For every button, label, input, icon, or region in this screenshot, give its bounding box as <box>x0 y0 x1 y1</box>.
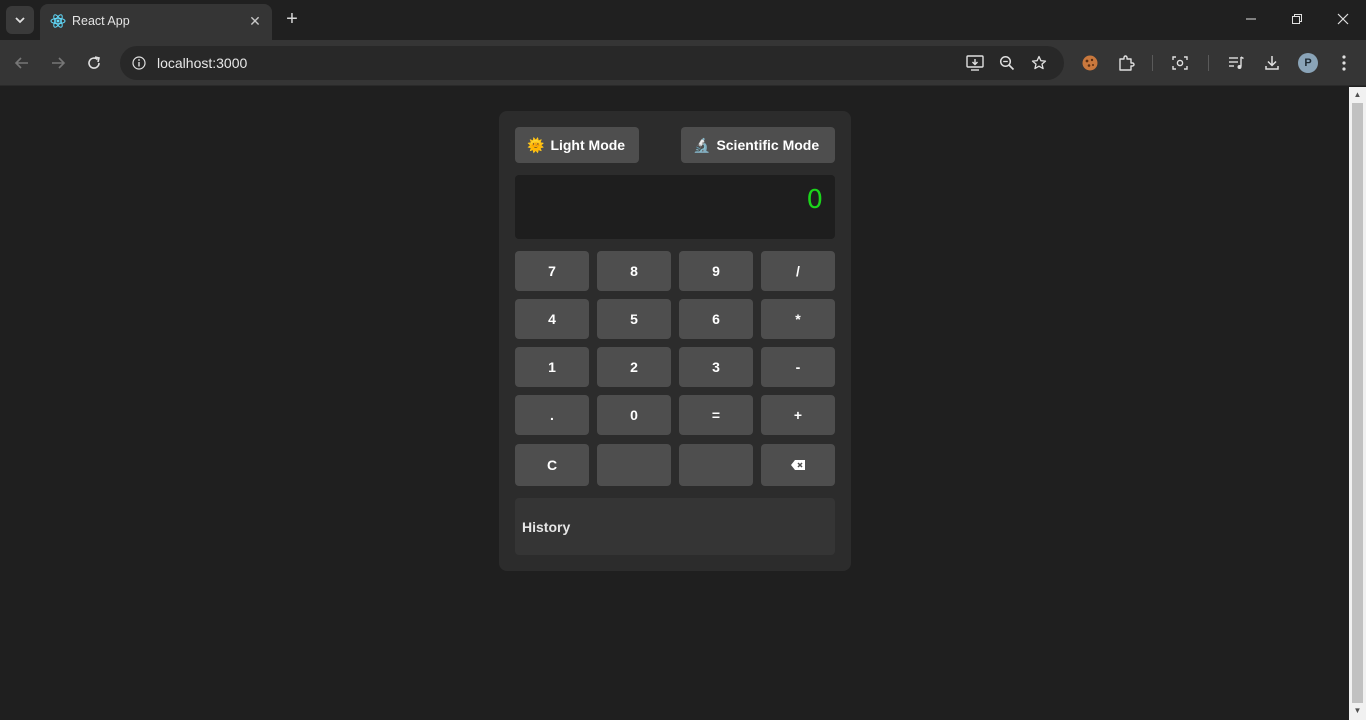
url-text[interactable]: localhost:3000 <box>157 55 247 71</box>
minimize-icon <box>1246 18 1256 20</box>
key-1[interactable]: 1 <box>515 347 589 387</box>
key-blank-1[interactable] <box>597 444 671 486</box>
restore-icon <box>1292 14 1302 24</box>
arrow-left-icon <box>14 57 28 69</box>
key-clear[interactable]: C <box>515 444 589 486</box>
close-icon <box>1337 13 1349 25</box>
key-2[interactable]: 2 <box>597 347 671 387</box>
react-logo-icon <box>50 14 66 28</box>
forward-button[interactable] <box>46 51 70 75</box>
history-title: History <box>522 519 571 535</box>
back-button[interactable] <box>10 51 34 75</box>
tab-title: React App <box>72 14 130 28</box>
browser-tab-active[interactable]: React App ✕ <box>40 4 272 40</box>
key-8[interactable]: 8 <box>597 251 671 291</box>
screen-capture-icon[interactable] <box>1168 51 1192 75</box>
key-subtract[interactable]: - <box>761 347 835 387</box>
page-scrollbar[interactable]: ▲ ▼ <box>1349 87 1366 720</box>
key-decimal[interactable]: . <box>515 395 589 435</box>
bookmark-star-icon[interactable] <box>1028 52 1050 74</box>
close-window-button[interactable] <box>1331 8 1355 32</box>
tab-bar: React App ✕ + <box>0 0 1366 40</box>
light-mode-button[interactable]: 🌞 Light Mode <box>515 127 639 163</box>
site-info-icon[interactable] <box>128 52 150 74</box>
chevron-down-icon <box>15 17 25 24</box>
more-menu-icon[interactable] <box>1332 51 1356 75</box>
key-backspace[interactable] <box>761 444 835 486</box>
key-6[interactable]: 6 <box>679 299 753 339</box>
key-9[interactable]: 9 <box>679 251 753 291</box>
key-multiply[interactable]: * <box>761 299 835 339</box>
key-blank-2[interactable] <box>679 444 753 486</box>
key-equals[interactable]: = <box>679 395 753 435</box>
minimize-button[interactable] <box>1239 8 1263 32</box>
display-value: 0 <box>806 185 823 215</box>
profile-avatar[interactable]: P <box>1298 53 1318 73</box>
key-4[interactable]: 4 <box>515 299 589 339</box>
downloads-icon[interactable] <box>1260 51 1284 75</box>
backspace-icon <box>791 460 805 470</box>
microscope-icon: 🔬 <box>693 136 711 153</box>
reload-button[interactable] <box>82 51 106 75</box>
install-app-icon[interactable] <box>964 52 986 74</box>
cookie-extension-icon[interactable] <box>1078 51 1102 75</box>
browser-toolbar: localhost:3000 <box>0 40 1366 86</box>
scroll-up-arrow-icon[interactable]: ▲ <box>1349 88 1366 102</box>
key-7[interactable]: 7 <box>515 251 589 291</box>
scientific-mode-button[interactable]: 🔬 Scientific Mode <box>681 127 835 163</box>
key-3[interactable]: 3 <box>679 347 753 387</box>
calculator-display: 0 <box>515 175 835 239</box>
key-0[interactable]: 0 <box>597 395 671 435</box>
key-5[interactable]: 5 <box>597 299 671 339</box>
scrollbar-thumb[interactable] <box>1352 103 1363 703</box>
address-bar[interactable]: localhost:3000 <box>120 46 1064 80</box>
light-mode-label: Light Mode <box>550 137 626 153</box>
reload-icon <box>88 56 100 69</box>
key-divide[interactable]: / <box>761 251 835 291</box>
tab-search-button[interactable] <box>6 6 34 34</box>
sun-icon: 🌞 <box>527 136 545 153</box>
close-tab-icon[interactable]: ✕ <box>246 12 264 30</box>
restore-button[interactable] <box>1285 8 1309 32</box>
toolbar-divider <box>1152 55 1153 71</box>
scroll-down-arrow-icon[interactable]: ▼ <box>1349 704 1366 718</box>
new-tab-button[interactable]: + <box>282 9 302 30</box>
calculator-panel: 🌞 Light Mode 🔬 Scientific Mode 0 7 8 9 /… <box>499 111 851 571</box>
history-panel: History <box>515 498 835 555</box>
zoom-icon[interactable] <box>996 52 1018 74</box>
media-controls-icon[interactable] <box>1224 51 1248 75</box>
scientific-mode-label: Scientific Mode <box>716 137 820 153</box>
key-add[interactable]: + <box>761 395 835 435</box>
toolbar-divider <box>1208 55 1209 71</box>
extensions-puzzle-icon[interactable] <box>1114 51 1138 75</box>
arrow-right-icon <box>52 57 66 69</box>
